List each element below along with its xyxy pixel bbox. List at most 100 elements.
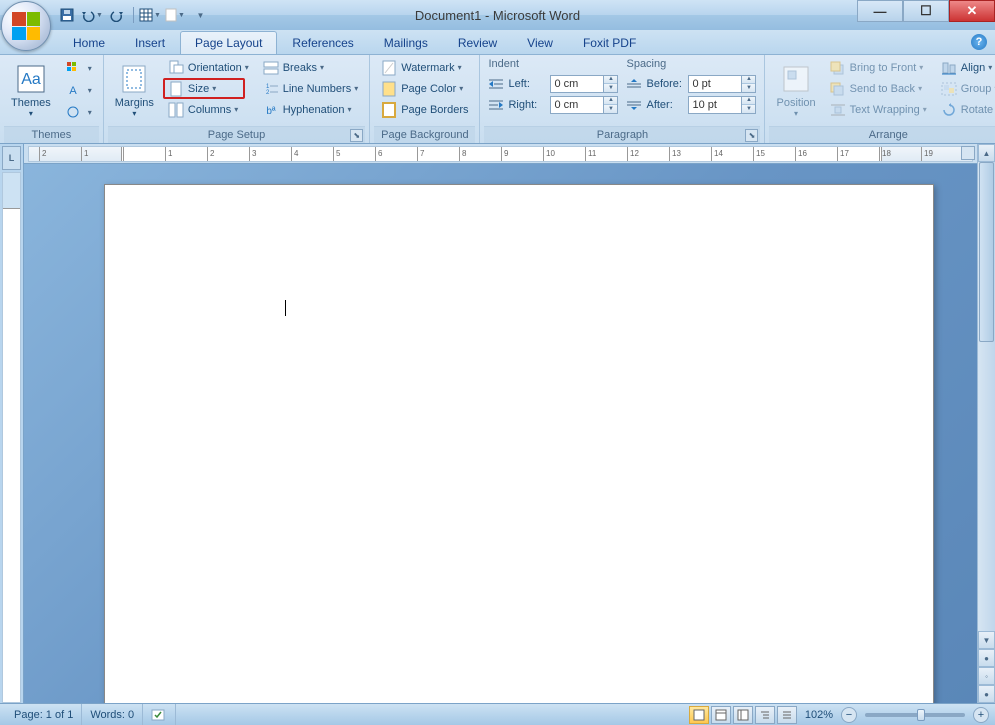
text-cursor	[285, 300, 286, 316]
zoom-in-button[interactable]: +	[973, 707, 989, 723]
indent-left-spinner[interactable]: ▲▼	[604, 75, 618, 93]
quick-access-toolbar: ▼ ▼ ▼ ▼	[56, 0, 211, 30]
indent-right-spinner[interactable]: ▲▼	[604, 96, 618, 114]
orientation-button[interactable]: Orientation▾	[163, 57, 254, 78]
vertical-ruler: L	[0, 144, 24, 703]
spacing-before-input[interactable]	[688, 75, 742, 93]
zoom-out-button[interactable]: −	[841, 707, 857, 723]
bring-front-icon	[830, 60, 846, 76]
view-print-layout[interactable]	[689, 706, 709, 724]
tab-insert[interactable]: Insert	[120, 31, 180, 54]
status-bar: Page: 1 of 1 Words: 0 102% − +	[0, 703, 995, 725]
scroll-thumb[interactable]	[979, 162, 994, 342]
themes-label: Themes	[11, 97, 51, 109]
group-page-setup: Margins▾ Orientation▾ Size▾ Columns▾ Bre…	[104, 55, 370, 143]
qat-table-button[interactable]: ▼	[139, 4, 161, 26]
line-numbers-button[interactable]: 12Line Numbers▾	[258, 78, 364, 99]
spacing-before-row: Before: ▲▼	[624, 73, 758, 94]
redo-button[interactable]	[106, 4, 128, 26]
status-proof-icon[interactable]	[143, 704, 176, 725]
scroll-down-button[interactable]: ▼	[978, 631, 995, 649]
maximize-button[interactable]: ☐	[903, 0, 949, 22]
tab-selector[interactable]: L	[2, 146, 21, 170]
arrange-group-label: Arrange	[769, 126, 995, 143]
office-button[interactable]	[1, 1, 51, 51]
breaks-button[interactable]: Breaks▾	[258, 57, 364, 78]
close-button[interactable]: ✕	[949, 0, 995, 22]
theme-colors-button[interactable]: ▾	[60, 58, 97, 79]
tab-mailings[interactable]: Mailings	[369, 31, 443, 54]
size-button[interactable]: Size▾	[163, 78, 245, 99]
rotate-button[interactable]: Rotate▾	[936, 99, 995, 120]
page-color-button[interactable]: Page Color▾	[376, 78, 473, 99]
undo-button[interactable]: ▼	[81, 4, 103, 26]
theme-fonts-button[interactable]: A▾	[60, 80, 97, 101]
paragraph-launcher[interactable]: ⬊	[745, 129, 758, 142]
browse-object-button[interactable]: ◦	[978, 667, 995, 685]
send-back-icon	[830, 81, 846, 97]
save-button[interactable]	[56, 4, 78, 26]
page-borders-button[interactable]: Page Borders	[376, 99, 473, 120]
view-full-screen[interactable]	[711, 706, 731, 724]
watermark-button[interactable]: Watermark▾	[376, 57, 473, 78]
spacing-label: Spacing	[624, 57, 758, 73]
qat-customize-button[interactable]: ▼	[189, 4, 211, 26]
minimize-button[interactable]: —	[857, 0, 903, 22]
hruler-scale[interactable]: 2112345678910111213141516171819	[28, 146, 973, 162]
status-words[interactable]: Words: 0	[82, 704, 143, 725]
effects-icon	[65, 104, 81, 120]
zoom-level[interactable]: 102%	[805, 709, 833, 721]
view-web-layout[interactable]	[733, 706, 753, 724]
line-numbers-icon: 12	[263, 81, 279, 97]
page-color-icon	[381, 81, 397, 97]
workspace: L 2112345678910111213141516171819 ▲ ▼ ● …	[0, 144, 995, 703]
group-button-arrange[interactable]: Group▾	[936, 78, 995, 99]
prev-page-button[interactable]: ●	[978, 649, 995, 667]
tab-references[interactable]: References	[277, 31, 368, 54]
theme-effects-button[interactable]: ▾	[60, 102, 97, 123]
rotate-icon	[941, 102, 957, 118]
position-icon	[780, 63, 812, 95]
spacing-after-spinner[interactable]: ▲▼	[742, 96, 756, 114]
columns-button[interactable]: Columns▾	[163, 99, 254, 120]
vertical-scrollbar[interactable]: ▲ ▼ ● ◦ ●	[977, 144, 995, 703]
bring-front-button[interactable]: Bring to Front▾	[825, 57, 932, 78]
margins-button[interactable]: Margins▾	[108, 57, 161, 123]
scroll-up-button[interactable]: ▲	[978, 144, 995, 162]
spacing-after-input[interactable]	[688, 96, 742, 114]
spacing-before-spinner[interactable]: ▲▼	[742, 75, 756, 93]
window-buttons: — ☐ ✕	[857, 0, 995, 30]
indent-left-input[interactable]	[550, 75, 604, 93]
document-canvas[interactable]	[24, 164, 977, 703]
tab-foxit[interactable]: Foxit PDF	[568, 31, 651, 54]
tab-home[interactable]: Home	[58, 31, 120, 54]
scroll-track[interactable]	[978, 162, 995, 631]
themes-button[interactable]: Aa Themes▾	[4, 57, 58, 123]
position-button[interactable]: Position▾	[769, 57, 822, 123]
group-paragraph: Indent Left: ▲▼ Right: ▲▼ Spacing	[480, 55, 765, 143]
tab-review[interactable]: Review	[443, 31, 512, 54]
indent-left-icon	[488, 76, 504, 92]
help-icon[interactable]: ?	[971, 34, 987, 50]
ruler-toggle-icon[interactable]	[961, 146, 975, 160]
hyphenation-button[interactable]: bªHyphenation▾	[258, 99, 364, 120]
status-page[interactable]: Page: 1 of 1	[6, 704, 82, 725]
view-outline[interactable]	[755, 706, 775, 724]
tab-page-layout[interactable]: Page Layout	[180, 31, 277, 54]
text-wrap-button[interactable]: Text Wrapping▾	[825, 99, 932, 120]
indent-right-row: Right: ▲▼	[486, 94, 620, 115]
page-setup-launcher[interactable]: ⬊	[350, 129, 363, 142]
indent-right-input[interactable]	[550, 96, 604, 114]
zoom-thumb[interactable]	[917, 709, 925, 721]
send-back-button[interactable]: Send to Back▾	[825, 78, 932, 99]
qat-page-button[interactable]: ▼	[164, 4, 186, 26]
page[interactable]	[104, 184, 934, 703]
breaks-icon	[263, 60, 279, 76]
tab-view[interactable]: View	[512, 31, 568, 54]
office-logo-icon	[12, 12, 40, 40]
position-label: Position	[776, 97, 815, 109]
align-button[interactable]: Align▾	[936, 57, 995, 78]
view-draft[interactable]	[777, 706, 797, 724]
zoom-slider[interactable]	[865, 713, 965, 717]
next-page-button[interactable]: ●	[978, 685, 995, 703]
